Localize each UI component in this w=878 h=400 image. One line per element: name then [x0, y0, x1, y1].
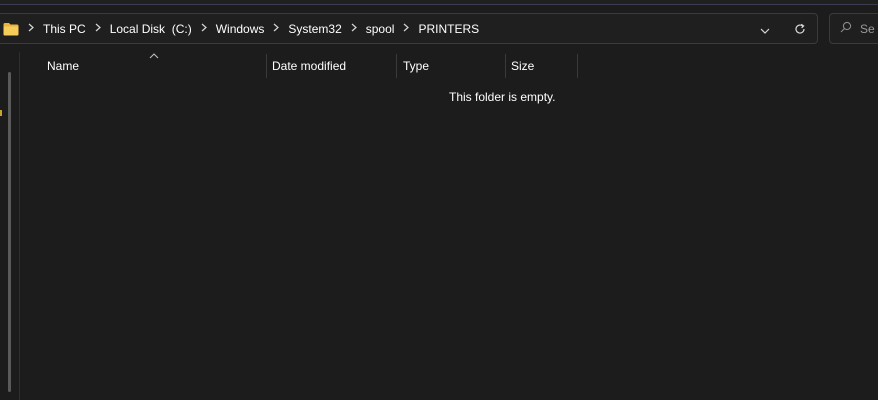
column-divider[interactable] — [266, 54, 267, 78]
pane-divider[interactable] — [19, 52, 20, 400]
breadcrumb-item-this-pc[interactable]: This PC — [27, 14, 94, 43]
chevron-right-icon[interactable] — [200, 23, 208, 35]
breadcrumb-label[interactable]: System32 — [288, 22, 341, 36]
breadcrumb-label[interactable]: Windows — [216, 22, 265, 36]
chevron-right-icon[interactable] — [402, 23, 410, 35]
column-header-date-modified[interactable]: Date modified — [272, 54, 346, 78]
empty-folder-message: This folder is empty. — [449, 90, 556, 104]
refresh-button[interactable] — [789, 19, 811, 41]
column-header-label[interactable]: Type — [403, 59, 429, 73]
address-bar[interactable]: This PC Local Disk (C:) Windows System32 — [0, 13, 818, 44]
column-header-label[interactable]: Name — [47, 59, 79, 73]
refresh-icon[interactable] — [794, 23, 806, 38]
window-accent-line — [0, 4, 878, 5]
chevron-right-icon[interactable] — [350, 23, 358, 35]
column-header-label[interactable]: Date modified — [272, 59, 346, 73]
breadcrumb: This PC Local Disk (C:) Windows System32 — [1, 14, 487, 43]
column-header-type[interactable]: Type — [403, 54, 429, 78]
chevron-right-icon[interactable] — [94, 23, 102, 35]
column-divider[interactable] — [577, 54, 578, 78]
navigation-pane-scrollbar[interactable] — [8, 72, 11, 392]
chevron-down-icon[interactable] — [760, 23, 770, 37]
sort-ascending-icon — [148, 50, 160, 60]
column-divider[interactable] — [396, 54, 397, 78]
chevron-right-icon[interactable] — [272, 23, 280, 35]
folder-icon — [3, 22, 19, 36]
breadcrumb-label[interactable]: This PC — [43, 22, 86, 36]
breadcrumb-item-printers[interactable]: PRINTERS — [402, 14, 487, 43]
file-explorer-window: This PC Local Disk (C:) Windows System32 — [0, 0, 878, 400]
column-header-name[interactable]: Name — [47, 54, 79, 78]
breadcrumb-label[interactable]: Local Disk (C:) — [110, 22, 192, 36]
navigation-pane-selection-marker — [0, 110, 2, 116]
column-header-size[interactable]: Size — [511, 54, 534, 78]
breadcrumb-label[interactable]: spool — [366, 22, 395, 36]
breadcrumb-label[interactable]: PRINTERS — [418, 22, 479, 36]
column-divider[interactable] — [505, 54, 506, 78]
address-history-dropdown-button[interactable] — [754, 20, 776, 40]
column-header-label[interactable]: Size — [511, 59, 534, 73]
breadcrumb-item-spool[interactable]: spool — [350, 14, 403, 43]
breadcrumb-item-windows[interactable]: Windows — [200, 14, 273, 43]
breadcrumb-item-system32[interactable]: System32 — [272, 14, 349, 43]
breadcrumb-item-local-disk[interactable]: Local Disk (C:) — [94, 14, 200, 43]
search-box[interactable]: Se — [829, 13, 878, 44]
search-icon — [840, 21, 852, 36]
search-placeholder[interactable]: Se — [860, 22, 875, 36]
chevron-right-icon[interactable] — [27, 23, 35, 35]
